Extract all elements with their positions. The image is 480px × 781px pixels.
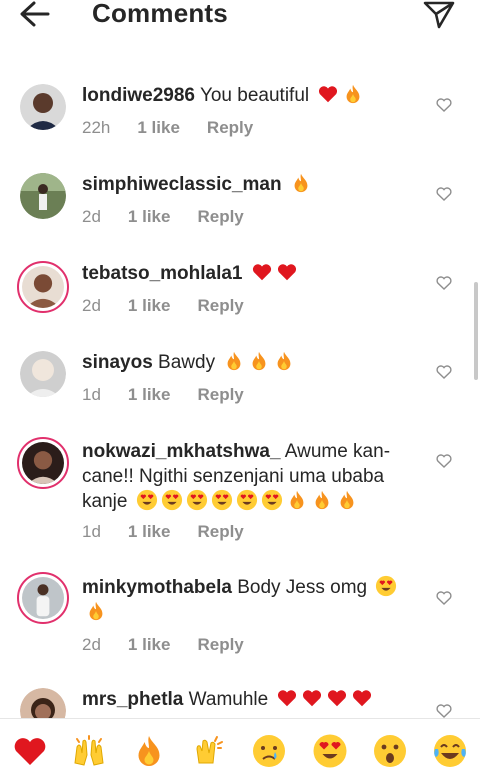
page-title: Comments — [92, 0, 228, 28]
reply-button[interactable]: Reply — [197, 385, 243, 405]
fire-icon — [294, 173, 308, 193]
comment-username[interactable]: sinayos — [82, 352, 153, 373]
like-heart-icon[interactable] — [436, 365, 452, 379]
comment-username[interactable]: nokwazi_mkhatshwa_ — [82, 441, 281, 462]
avatar[interactable] — [20, 173, 66, 219]
comment-time: 2d — [82, 635, 101, 654]
comment-text: You beautiful — [199, 85, 310, 106]
red-heart-icon — [303, 690, 322, 707]
red-heart-icon — [328, 690, 347, 707]
like-heart-icon[interactable] — [436, 454, 452, 468]
comment-text: Bawdy — [158, 352, 216, 373]
comment-text: Body Jess omg — [237, 577, 368, 598]
reply-button[interactable]: Reply — [197, 207, 243, 227]
reply-button[interactable]: Reply — [197, 296, 243, 316]
comment-time: 2d — [82, 296, 101, 315]
fire-icon — [290, 490, 304, 510]
red-heart-icon — [319, 86, 338, 103]
reply-button[interactable]: Reply — [207, 118, 253, 138]
comment-likes[interactable]: 1 like — [137, 118, 180, 138]
back-arrow-icon[interactable] — [16, 0, 56, 32]
comment-list[interactable]: londiwe2986 You beautiful 22h 1 like Reply… — [0, 70, 480, 718]
heart-eyes-icon — [161, 489, 182, 511]
crying-face-icon[interactable] — [251, 733, 287, 769]
comment-time: 2d — [82, 207, 101, 226]
red-heart-icon — [278, 690, 297, 707]
red-heart-icon — [252, 264, 271, 281]
comment-text: Wamuhle — [188, 689, 269, 710]
like-heart-icon[interactable] — [436, 98, 452, 112]
comment-likes[interactable]: 1 like — [128, 522, 171, 542]
fire-icon — [252, 351, 266, 371]
fire-icon — [340, 490, 354, 510]
comment-time: 1d — [82, 385, 101, 404]
heart-eyes-icon — [186, 489, 207, 511]
comment-time: 1d — [82, 522, 101, 541]
fire-icon[interactable] — [131, 733, 167, 769]
fire-icon — [346, 84, 360, 104]
heart-eyes-icon — [211, 489, 232, 511]
heart-eyes-icon — [376, 575, 397, 597]
fire-icon — [315, 490, 329, 510]
header-bar: Comments — [0, 0, 480, 40]
like-heart-icon[interactable] — [436, 276, 452, 290]
avatar[interactable] — [20, 688, 66, 718]
heart-eyes-icon[interactable] — [312, 733, 348, 769]
comment-likes[interactable]: 1 like — [128, 296, 171, 316]
heart-eyes-icon — [236, 489, 257, 511]
red-heart-icon[interactable] — [12, 733, 48, 769]
scrollbar[interactable] — [474, 282, 478, 380]
emoji-reaction-bar — [0, 718, 480, 781]
comment-username[interactable]: mrs_phetla — [82, 689, 183, 710]
comment-likes[interactable]: 1 like — [128, 635, 171, 655]
avatar-story-ring[interactable] — [17, 261, 69, 313]
like-heart-icon[interactable] — [436, 704, 452, 718]
heart-eyes-icon — [261, 489, 282, 511]
comment-time: 22h — [82, 118, 111, 137]
avatar-story-ring[interactable] — [17, 437, 69, 489]
tears-of-joy-icon[interactable] — [432, 733, 468, 769]
direct-send-icon[interactable] — [422, 0, 456, 30]
like-heart-icon[interactable] — [436, 591, 452, 605]
fire-icon — [277, 351, 291, 371]
clapping-hands-icon[interactable] — [191, 733, 227, 769]
astonished-face-icon[interactable] — [372, 733, 408, 769]
comment-likes[interactable]: 1 like — [128, 207, 171, 227]
comment-username[interactable]: simphiweclassic_man — [82, 174, 282, 195]
red-heart-icon — [277, 264, 296, 281]
comment-username[interactable]: tebatso_mohlala1 — [82, 263, 243, 284]
reply-button[interactable]: Reply — [197, 522, 243, 542]
comment-username[interactable]: minkymothabela — [82, 577, 232, 598]
avatar[interactable] — [20, 84, 66, 130]
comment-username[interactable]: londiwe2986 — [82, 85, 195, 106]
fire-icon — [227, 351, 241, 371]
red-heart-icon — [353, 690, 372, 707]
raising-hands-icon[interactable] — [71, 733, 107, 769]
comment-likes[interactable]: 1 like — [128, 385, 171, 405]
heart-eyes-icon — [136, 489, 157, 511]
fire-icon — [89, 601, 103, 621]
avatar-story-ring[interactable] — [17, 572, 69, 624]
like-heart-icon[interactable] — [436, 187, 452, 201]
reply-button[interactable]: Reply — [197, 635, 243, 655]
avatar[interactable] — [20, 351, 66, 397]
